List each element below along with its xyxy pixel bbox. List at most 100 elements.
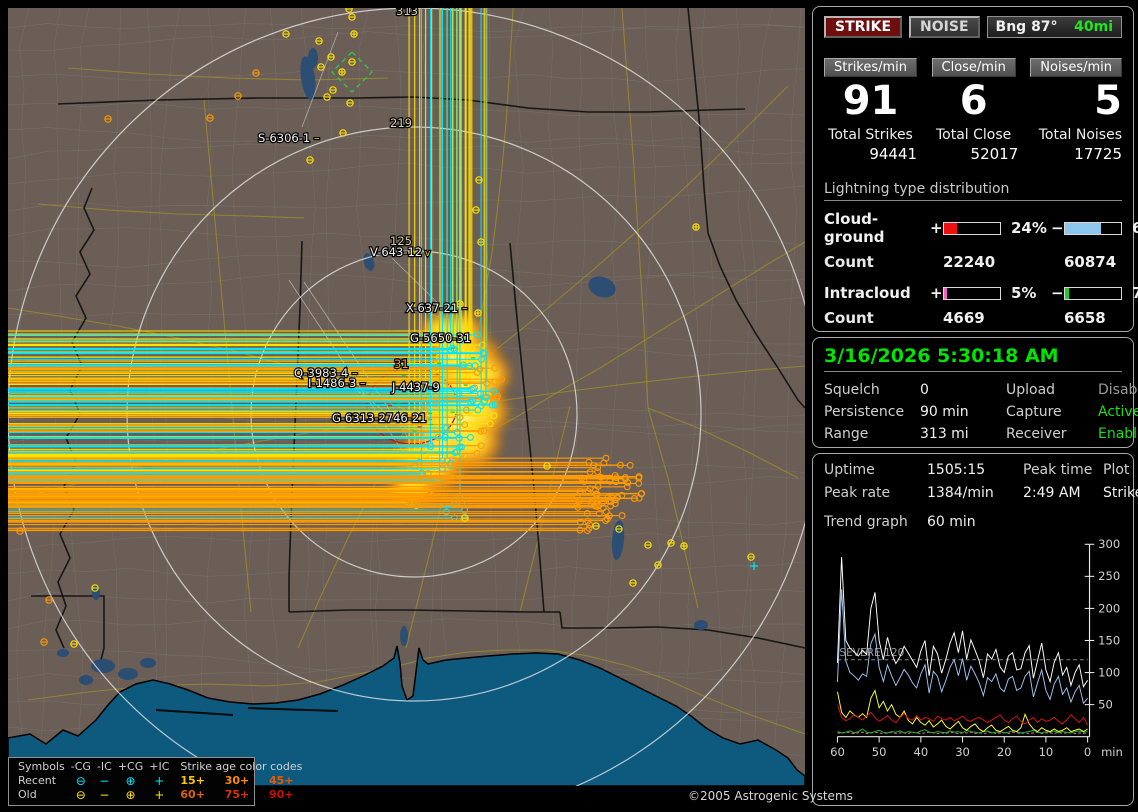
strike-symbol-icon: − <box>99 774 110 788</box>
svg-text:G-6313-2746-21: G-6313-2746-21 <box>332 411 427 425</box>
svg-text:300: 300 <box>1098 537 1120 551</box>
svg-text:V-643-12 v: V-643-12 v <box>370 245 431 259</box>
strike-mode-button[interactable]: STRIKE <box>824 16 903 38</box>
cloud-ground-row: Cloud-ground + 24% − 64% <box>824 210 1138 246</box>
bearing-distance-readout: Bng 87° 40mi <box>986 16 1122 38</box>
age-code: 45+ <box>269 774 294 787</box>
legend-col--IC: -IC <box>96 760 112 773</box>
close-column: Close/min 6 Total Close 52017 <box>929 58 1018 163</box>
noise-mode-button[interactable]: NOISE <box>909 16 980 38</box>
plus-sign: + <box>930 284 943 302</box>
legend-col--CG: -CG <box>70 760 91 773</box>
svg-text:J-4437-9: J-4437-9 <box>391 380 440 394</box>
plot-label: Plot <box>1103 462 1130 478</box>
uptime-label: Uptime <box>824 462 875 478</box>
total-strikes-label: Total Strikes <box>828 127 913 143</box>
distribution-title: Lightning type distribution <box>824 181 1122 201</box>
capture-status: Active <box>1098 404 1138 420</box>
svg-text:50: 50 <box>1098 697 1113 711</box>
strike-symbol-icon: ⊕ <box>125 774 136 788</box>
lightning-map[interactable]: 313 219 125 V-643-12 v S-6306-1 – X-637-21 – G… <box>8 8 805 786</box>
peak-rate-label: Peak rate <box>824 485 891 501</box>
cg-plus-count: 22240 <box>943 253 996 271</box>
cloud-ground-count-row: Count 22240 60874 <box>824 253 1122 271</box>
total-noises-value: 17725 <box>1074 145 1122 163</box>
total-close-label: Total Close <box>936 127 1012 143</box>
strike-symbol-icon: ⊕ <box>125 788 136 802</box>
strike-symbol-icon: + <box>154 788 165 802</box>
legend-table: Symbols -CG -IC +CG +IC Strike age color code… <box>15 760 305 802</box>
minus-sign: − <box>1051 219 1064 237</box>
close-per-min-chip[interactable]: Close/min <box>931 58 1016 77</box>
ic-plus-count: 4669 <box>943 309 985 327</box>
svg-text:I-1486-3 –: I-1486-3 – <box>308 376 366 390</box>
svg-text:30: 30 <box>955 745 970 759</box>
trend-graph-label: Trend graph <box>824 514 908 530</box>
svg-text:SEVERE 120: SEVERE 120 <box>839 647 904 659</box>
svg-text:20: 20 <box>997 745 1012 759</box>
legend-age-header: Strike age color codes <box>180 760 303 773</box>
strikes-column: Strikes/min 91 Total Strikes 94441 <box>824 58 918 163</box>
svg-text:50: 50 <box>872 745 887 759</box>
peak-time-value: 2:49 AM <box>1023 485 1081 501</box>
ic-minus-count: 6658 <box>1064 309 1106 327</box>
minus-sign: − <box>1051 284 1064 302</box>
total-noises-label: Total Noises <box>1038 127 1122 143</box>
plus-sign: + <box>930 219 943 237</box>
svg-text:250: 250 <box>1098 569 1120 583</box>
peak-rate-value: 1384/min <box>927 485 994 501</box>
legend-row-label: Old <box>18 788 37 801</box>
range-label: Range <box>824 426 869 442</box>
capture-label: Capture <box>1006 404 1062 420</box>
datetime-display: 3/16/2026 5:30:18 AM <box>824 345 1122 372</box>
legend-symbols-header: Symbols <box>18 760 65 773</box>
nexstorm-window: 313 219 125 V-643-12 v S-6306-1 – X-637-21 – G… <box>0 0 1138 812</box>
ic-minus-bar <box>1064 286 1122 300</box>
strike-symbol-icon: + <box>154 774 165 788</box>
intracloud-row: Intracloud + 5% − 7% <box>824 284 1138 302</box>
distance-value: 40mi <box>1074 19 1113 35</box>
squelch-value: 0 <box>920 382 929 398</box>
svg-text:200: 200 <box>1098 601 1120 615</box>
strike-symbol-icon: ⊖ <box>75 774 86 788</box>
age-code: 75+ <box>224 788 250 801</box>
cloud-ground-label: Cloud-ground <box>824 210 885 246</box>
count-label: Count <box>824 309 874 327</box>
svg-text:G-5650-31: G-5650-31 <box>410 331 471 345</box>
receiver-status: Enabled <box>1098 426 1138 442</box>
trend-panel: Uptime 1505:15 Peak time Plot Peak rate … <box>812 453 1138 806</box>
upload-label: Upload <box>1006 382 1056 398</box>
svg-text:X-637-21 –: X-637-21 – <box>406 301 468 315</box>
bearing-value: Bng 87° <box>995 19 1058 35</box>
legend-row-label: Recent <box>18 774 57 787</box>
strikes-per-min-chip[interactable]: Strikes/min <box>824 58 918 77</box>
count-label: Count <box>824 253 874 271</box>
svg-text:313: 313 <box>396 8 418 18</box>
svg-text:31: 31 <box>394 357 409 371</box>
plot-value: Strike <box>1103 485 1138 501</box>
legend-col-+CG: +CG <box>117 760 144 773</box>
ic-plus-bar <box>943 286 1001 300</box>
uptime-value: 1505:15 <box>927 462 986 478</box>
noises-rate: 5 <box>1094 78 1122 124</box>
cg-minus-count: 60874 <box>1064 253 1117 271</box>
cg-plus-pct: 24% <box>1011 219 1047 237</box>
close-rate: 6 <box>959 78 988 124</box>
strike-symbol-icon: − <box>99 788 110 802</box>
svg-text:150: 150 <box>1098 633 1120 647</box>
range-value: 313 mi <box>920 426 969 442</box>
svg-text:60: 60 <box>830 745 845 759</box>
age-code: 15+ <box>180 774 205 787</box>
cg-minus-pct: 64% <box>1132 219 1138 237</box>
noises-per-min-chip[interactable]: Noises/min <box>1030 58 1122 77</box>
ic-plus-pct: 5% <box>1011 284 1037 302</box>
copyright-text: ©2005 Astrogenic Systems <box>688 789 853 803</box>
svg-text:min: min <box>1101 745 1123 759</box>
status-panel: 3/16/2026 5:30:18 AM Squelch 0 Upload Di… <box>812 337 1138 448</box>
trend-graph: SEVERE 1205010015020025030060 50 40 30 20 10 0… <box>830 537 1123 759</box>
age-code: 30+ <box>224 774 250 787</box>
age-code: 60+ <box>180 788 205 801</box>
intracloud-label: Intracloud <box>824 284 911 302</box>
squelch-label: Squelch <box>824 382 880 398</box>
total-strikes-value: 94441 <box>869 145 918 163</box>
